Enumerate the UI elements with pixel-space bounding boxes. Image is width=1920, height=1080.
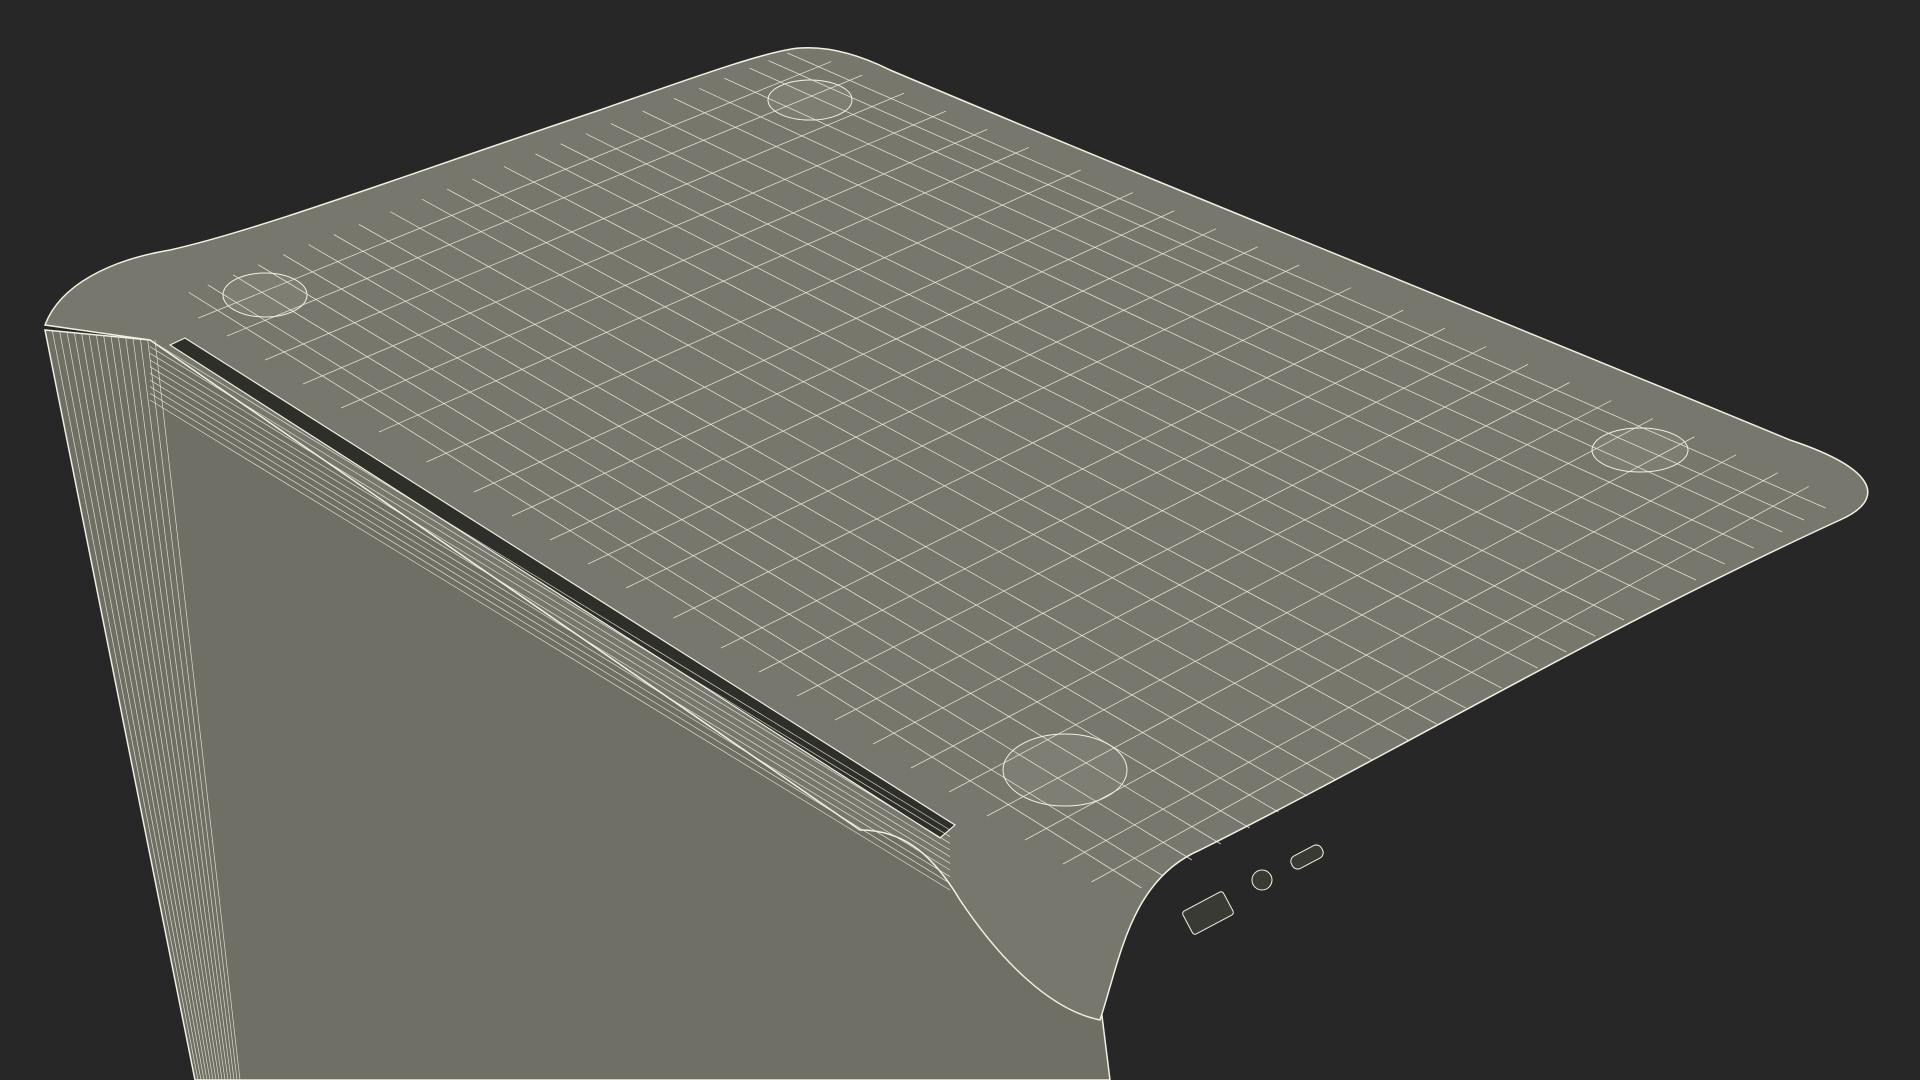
rubber-foot bbox=[1591, 427, 1689, 473]
rubber-foot bbox=[222, 272, 308, 318]
render-viewport bbox=[0, 0, 1920, 1080]
laptop-wireframe-render bbox=[0, 0, 1920, 1080]
rubber-foot bbox=[767, 79, 853, 121]
audio-jack bbox=[1251, 869, 1273, 891]
